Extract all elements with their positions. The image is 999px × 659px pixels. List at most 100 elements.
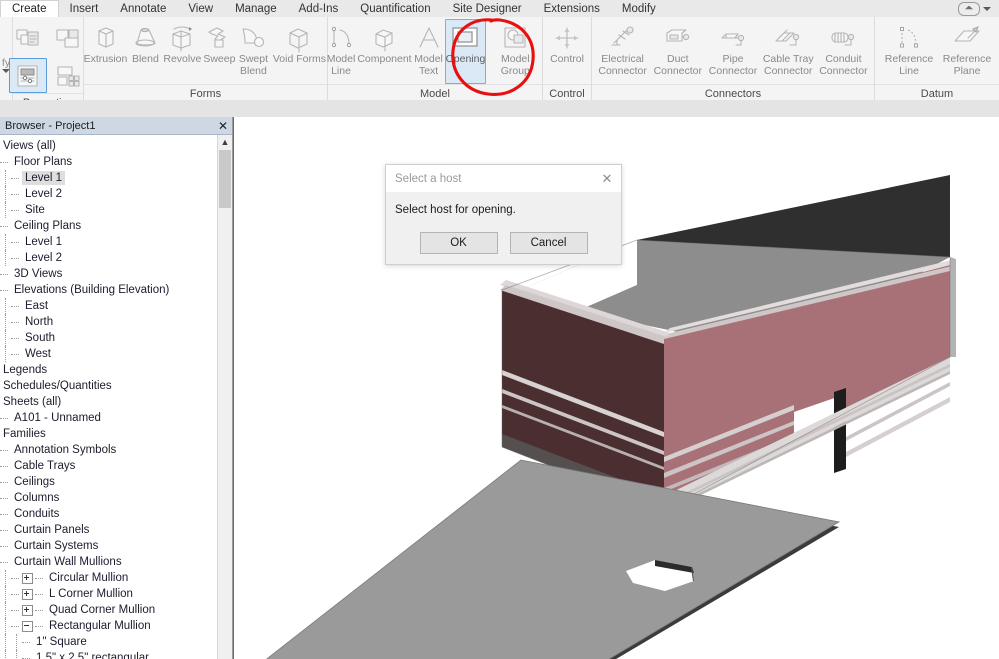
tree-item[interactable]: Views (all) xyxy=(0,138,218,154)
cancel-button[interactable]: Cancel xyxy=(510,232,588,254)
tree-item[interactable]: Sheets (all) xyxy=(0,394,218,410)
tree-indent-guide xyxy=(11,171,22,185)
tree-item[interactable]: Level 1 xyxy=(0,170,218,186)
tree-indent-guide xyxy=(11,251,22,265)
tree-item[interactable]: Annotation Symbols xyxy=(0,442,218,458)
forms-blend-button[interactable]: Blend xyxy=(128,19,162,84)
tree-item[interactable]: Quad Corner Mullion xyxy=(0,602,218,618)
electrical-connector-button[interactable]: Electrical Connector xyxy=(595,19,650,84)
tree-item-label: Elevations (Building Elevation) xyxy=(11,283,172,297)
tree-indent-guide xyxy=(0,170,11,186)
chevron-up-icon[interactable]: ▲ xyxy=(218,135,232,149)
forms-swept-blend-button[interactable]: Swept Blend xyxy=(236,19,270,84)
tree-indent-guide xyxy=(0,650,11,659)
minimize-ribbon-icon[interactable] xyxy=(958,2,980,16)
tree-item[interactable]: Ceilings xyxy=(0,474,218,490)
model-line-button[interactable]: Model Line xyxy=(326,19,357,84)
tab-quantification[interactable]: Quantification xyxy=(349,0,441,17)
tab-view[interactable]: View xyxy=(177,0,224,17)
tree-item[interactable]: 1.5" x 2.5" rectangular xyxy=(0,650,218,659)
tree-item[interactable]: Legends xyxy=(0,362,218,378)
model-group-button[interactable]: Model Group xyxy=(486,19,544,84)
tree-indent-guide xyxy=(0,602,11,618)
tab-label: Site Designer xyxy=(453,3,522,15)
tree-item[interactable]: Columns xyxy=(0,490,218,506)
tree-item[interactable]: Families xyxy=(0,426,218,442)
tree-item[interactable]: Elevations (Building Elevation) xyxy=(0,282,218,298)
ok-button[interactable]: OK xyxy=(420,232,498,254)
minimize-ribbon-control[interactable] xyxy=(958,0,999,17)
expand-icon[interactable] xyxy=(22,589,33,600)
browser-scrollbar[interactable]: ▲ xyxy=(217,135,232,659)
tab-insert[interactable]: Insert xyxy=(59,0,110,17)
tree-item[interactable]: Circular Mullion xyxy=(0,570,218,586)
forms-revolve-button[interactable]: Revolve xyxy=(162,19,202,84)
conduit-connector-button[interactable]: Conduit Connector xyxy=(816,19,871,84)
model-opening-button[interactable]: Opening xyxy=(445,19,487,84)
forms-extrusion-button[interactable]: Extrusion xyxy=(83,19,129,84)
tree-item[interactable]: Ceiling Plans xyxy=(0,218,218,234)
tree-item-label: Sheets (all) xyxy=(0,395,64,409)
tab-add-ins[interactable]: Add-Ins xyxy=(288,0,350,17)
tab-annotate[interactable]: Annotate xyxy=(109,0,177,17)
expand-icon[interactable] xyxy=(22,573,33,584)
close-icon[interactable]: ✕ xyxy=(214,117,232,134)
reference-line-button[interactable]: Reference Line xyxy=(880,19,938,84)
properties-type-icon[interactable] xyxy=(9,21,47,56)
tree-item[interactable]: North xyxy=(0,314,218,330)
tab-site-designer[interactable]: Site Designer xyxy=(442,0,533,17)
pipe-connector-button[interactable]: Pipe Connector xyxy=(705,19,760,84)
electrical-connector-icon xyxy=(607,23,639,53)
tree-item[interactable]: Cable Trays xyxy=(0,458,218,474)
tree-item[interactable]: Level 2 xyxy=(0,186,218,202)
tree-item[interactable]: Site xyxy=(0,202,218,218)
scrollbar-thumb[interactable] xyxy=(219,150,231,208)
model-line-icon xyxy=(327,23,355,53)
button-label: Reference Line xyxy=(881,54,937,77)
tree-item[interactable]: 1" Square xyxy=(0,634,218,650)
tree-item[interactable]: L Corner Mullion xyxy=(0,586,218,602)
reference-plane-button[interactable]: Reference Plane xyxy=(938,19,996,84)
tree-item[interactable]: West xyxy=(0,346,218,362)
model-text-button[interactable]: Model Text xyxy=(413,19,445,84)
extrusion-icon xyxy=(90,23,120,53)
model-component-button[interactable]: Component xyxy=(356,19,412,84)
duct-connector-button[interactable]: Duct Connector xyxy=(650,19,705,84)
expand-icon[interactable] xyxy=(22,605,33,616)
tree-item[interactable]: Floor Plans xyxy=(0,154,218,170)
tree-item[interactable]: 3D Views xyxy=(0,266,218,282)
collapse-icon[interactable] xyxy=(22,621,33,632)
tree-item[interactable]: Level 2 xyxy=(0,250,218,266)
tree-item[interactable]: Level 1 xyxy=(0,234,218,250)
tree-item[interactable]: Conduits xyxy=(0,506,218,522)
dialog-title-bar: Select a host ✕ xyxy=(386,165,621,192)
button-label: Blend xyxy=(129,54,161,66)
cable-tray-connector-button[interactable]: Cable Tray Connector xyxy=(761,19,816,84)
tree-item[interactable]: Curtain Wall Mullions xyxy=(0,554,218,570)
tab-extensions[interactable]: Extensions xyxy=(533,0,611,17)
tree-item-label: Level 1 xyxy=(22,235,65,249)
tree-item[interactable]: Curtain Systems xyxy=(0,538,218,554)
tab-create[interactable]: Create xyxy=(0,0,59,17)
close-icon[interactable]: ✕ xyxy=(593,165,621,192)
properties-family-category-icon[interactable] xyxy=(49,21,87,56)
tree-item[interactable]: East xyxy=(0,298,218,314)
sweep-icon xyxy=(203,23,235,53)
tree-item[interactable]: A101 - Unnamed xyxy=(0,410,218,426)
model-group-icon xyxy=(500,23,530,53)
forms-sweep-button[interactable]: Sweep xyxy=(202,19,236,84)
tree-item-label: Ceilings xyxy=(11,475,58,489)
tree-item[interactable]: Schedules/Quantities xyxy=(0,378,218,394)
tree-item-label: West xyxy=(22,347,54,361)
properties-palette-icon[interactable] xyxy=(9,58,47,93)
tree-item[interactable]: Curtain Panels xyxy=(0,522,218,538)
tab-modify[interactable]: Modify xyxy=(611,0,667,17)
forms-void-forms-button[interactable]: Void Forms xyxy=(270,19,328,84)
tab-manage[interactable]: Manage xyxy=(224,0,288,17)
control-button[interactable]: Control xyxy=(546,19,588,84)
tree-item[interactable]: South xyxy=(0,330,218,346)
tree-item[interactable]: Rectangular Mullion xyxy=(0,618,218,634)
chevron-down-icon[interactable] xyxy=(983,7,991,11)
properties-types-grid-icon[interactable] xyxy=(49,58,87,93)
tree-indent-guide xyxy=(35,619,46,633)
